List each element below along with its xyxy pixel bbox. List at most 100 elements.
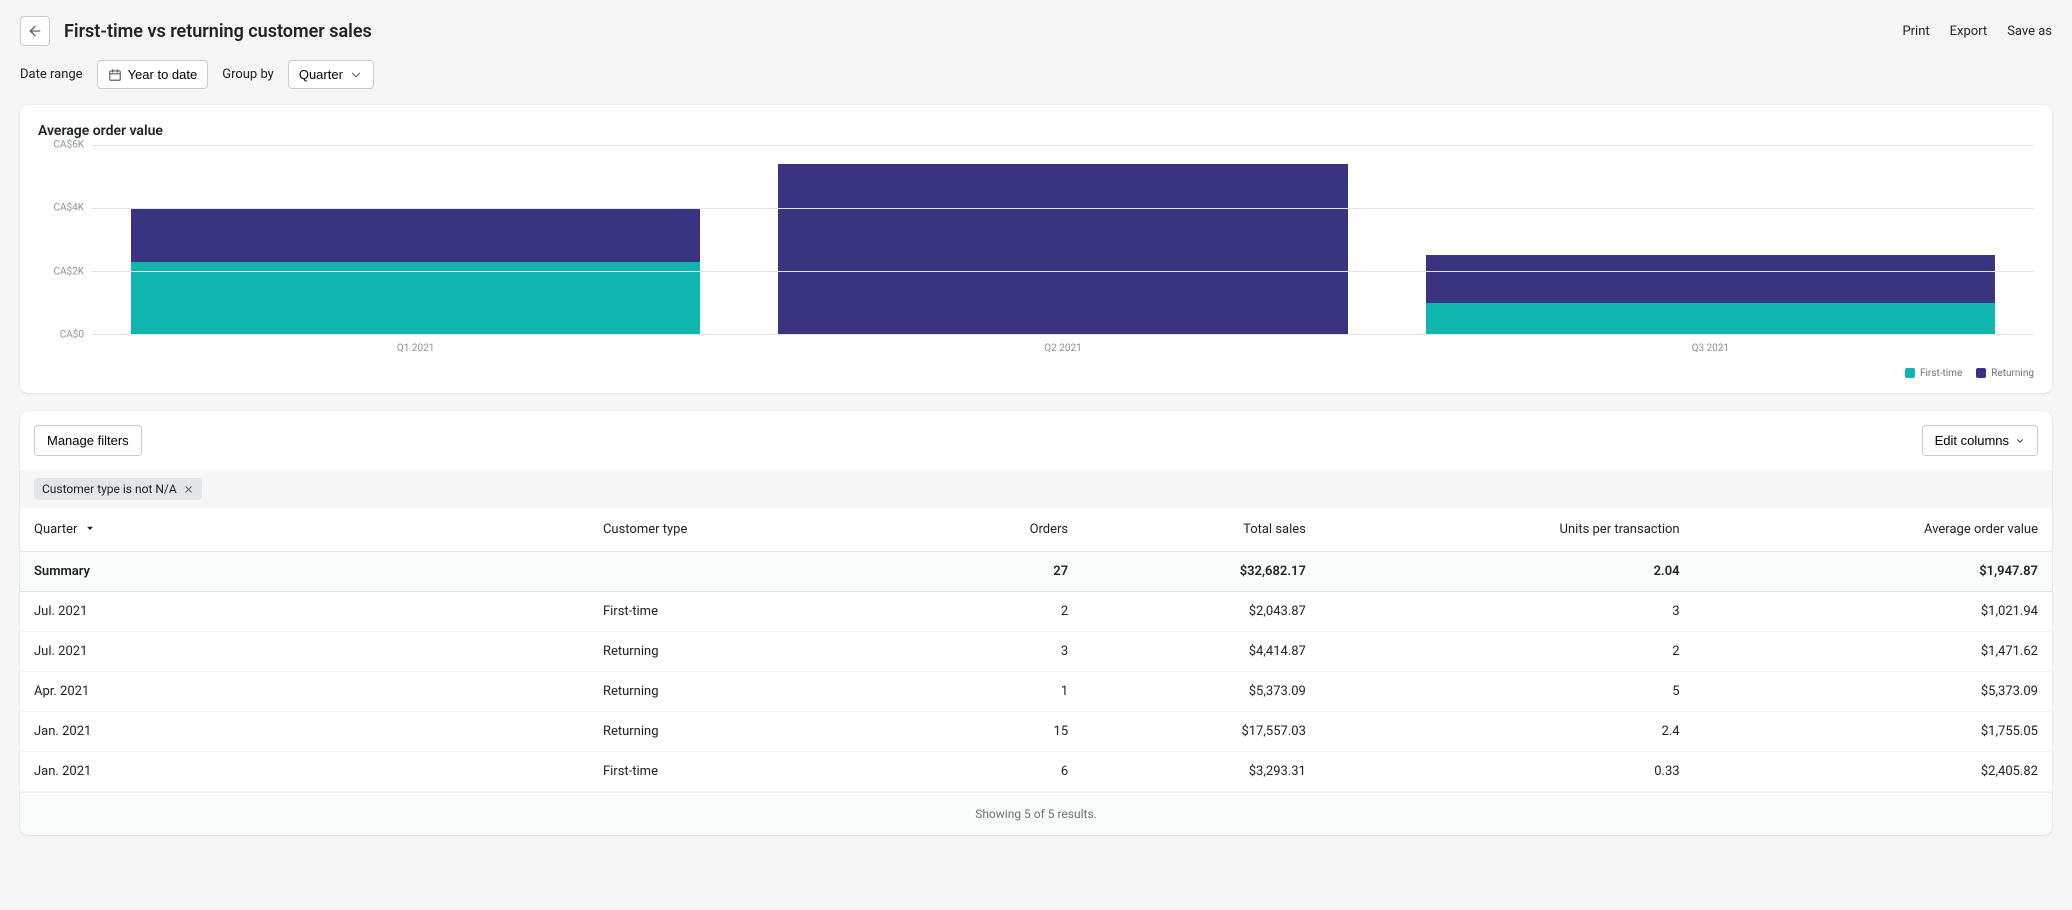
cell-upt: 2 [1320,632,1694,672]
column-total-sales[interactable]: Total sales [1082,508,1320,552]
cell-type: Returning [589,712,914,752]
sort-desc-icon [85,522,95,537]
cell-orders: 15 [914,712,1082,752]
bar-stack[interactable] [131,145,701,334]
chevron-down-icon [2015,436,2025,446]
cell-total-sales: $3,293.31 [1082,752,1320,792]
print-action[interactable]: Print [1902,24,1929,39]
chart-x-axis: Q1 2021Q2 2021Q3 2021 [92,335,2034,354]
cell-orders: 3 [914,632,1082,672]
page-header: First-time vs returning customer sales P… [0,0,2072,46]
swatch-first-time [1905,368,1915,378]
cell-total-sales: $5,373.09 [1082,672,1320,712]
cell-orders: 27 [914,552,1082,592]
table-row: Jan. 2021First-time6$3,293.310.33$2,405.… [20,752,2052,792]
table-header-row: Quarter Customer type Orders Total sales… [20,508,2052,552]
filter-bar: Customer type is not N/A [20,470,2052,508]
cell-aov: $1,947.87 [1694,552,2052,592]
bar-segment-returning [778,164,1348,334]
date-range-value: Year to date [128,67,198,82]
swatch-returning [1976,368,1986,378]
x-tick: Q2 2021 [739,343,1386,354]
column-units-per-transaction[interactable]: Units per transaction [1320,508,1694,552]
y-tick: CA$6K [53,140,84,151]
group-by-label: Group by [222,67,274,82]
chart-legend: First-time Returning [20,358,2052,393]
cell-type: First-time [589,592,914,632]
bar-segment-first-time [1426,303,1996,335]
chart-card: Average order value CA$6KCA$4KCA$2KCA$0 … [20,105,2052,393]
cell-aov: $5,373.09 [1694,672,2052,712]
column-customer-type[interactable]: Customer type [589,508,914,552]
chart: CA$6KCA$4KCA$2KCA$0 Q1 2021Q2 2021Q3 202… [20,145,2052,358]
remove-filter-button[interactable] [183,484,194,495]
cell-period: Jan. 2021 [20,752,589,792]
save-as-action[interactable]: Save as [2007,24,2052,39]
table-row: Jan. 2021Returning15$17,557.032.4$1,755.… [20,712,2052,752]
bar-segment-returning [131,208,701,262]
chevron-down-icon [349,68,363,82]
cell-total-sales: $4,414.87 [1082,632,1320,672]
table-card: Manage filters Edit columns Customer typ… [20,411,2052,835]
table-row: Jul. 2021First-time2$2,043.873$1,021.94 [20,592,2052,632]
cell-upt: 2.4 [1320,712,1694,752]
bar-group [1387,145,2034,334]
bar-segment-returning [1426,255,1996,302]
bar-stack[interactable] [1426,145,1996,334]
bar-stack[interactable] [778,145,1348,334]
chart-plot [92,145,2034,335]
page-title: First-time vs returning customer sales [64,21,372,42]
cell-upt: 5 [1320,672,1694,712]
x-tick: Q3 2021 [1387,343,2034,354]
cell-type: First-time [589,752,914,792]
group-by-value: Quarter [299,67,343,82]
date-range-label: Date range [20,67,83,82]
back-button[interactable] [20,16,50,46]
column-period[interactable]: Quarter [20,508,589,552]
legend-returning: Returning [1976,368,2034,379]
calendar-icon [108,68,122,82]
table-row: Apr. 2021Returning1$5,373.095$5,373.09 [20,672,2052,712]
group-by-picker[interactable]: Quarter [288,60,374,89]
y-tick: CA$0 [60,330,84,341]
column-orders[interactable]: Orders [914,508,1082,552]
cell-total-sales: $17,557.03 [1082,712,1320,752]
cell-period: Jul. 2021 [20,632,589,672]
cell-period: Jan. 2021 [20,712,589,752]
x-tick: Q1 2021 [92,343,739,354]
cell-aov: $1,471.62 [1694,632,2052,672]
cell-upt: 2.04 [1320,552,1694,592]
cell-orders: 1 [914,672,1082,712]
arrow-left-icon [27,23,43,39]
chart-y-axis: CA$6KCA$4KCA$2KCA$0 [38,145,92,335]
bar-group [739,145,1386,334]
cell-orders: 2 [914,592,1082,632]
cell-type: Returning [589,632,914,672]
legend-first-time: First-time [1905,368,1962,379]
summary-row: Summary27$32,682.172.04$1,947.87 [20,552,2052,592]
cell-total-sales: $32,682.17 [1082,552,1320,592]
bar-segment-first-time [131,262,701,334]
data-table: Quarter Customer type Orders Total sales… [20,508,2052,792]
header-actions: Print Export Save as [1902,24,2052,39]
table-footer: Showing 5 of 5 results. [20,792,2052,835]
gridline [92,145,2034,146]
column-average-order-value[interactable]: Average order value [1694,508,2052,552]
edit-columns-button[interactable]: Edit columns [1922,425,2038,456]
cell-upt: 3 [1320,592,1694,632]
cell-aov: $1,021.94 [1694,592,2052,632]
cell-aov: $2,405.82 [1694,752,2052,792]
cell-type [589,552,914,592]
export-action[interactable]: Export [1950,24,1988,39]
filter-tag[interactable]: Customer type is not N/A [34,478,202,500]
table-toolbar: Manage filters Edit columns [20,411,2052,470]
bar-group [92,145,739,334]
cell-total-sales: $2,043.87 [1082,592,1320,632]
date-range-picker[interactable]: Year to date [97,60,209,89]
manage-filters-button[interactable]: Manage filters [34,425,142,456]
controls-row: Date range Year to date Group by Quarter [0,46,2072,105]
cell-upt: 0.33 [1320,752,1694,792]
chart-title: Average order value [38,123,2034,139]
y-tick: CA$4K [53,203,84,214]
table-row: Jul. 2021Returning3$4,414.872$1,471.62 [20,632,2052,672]
